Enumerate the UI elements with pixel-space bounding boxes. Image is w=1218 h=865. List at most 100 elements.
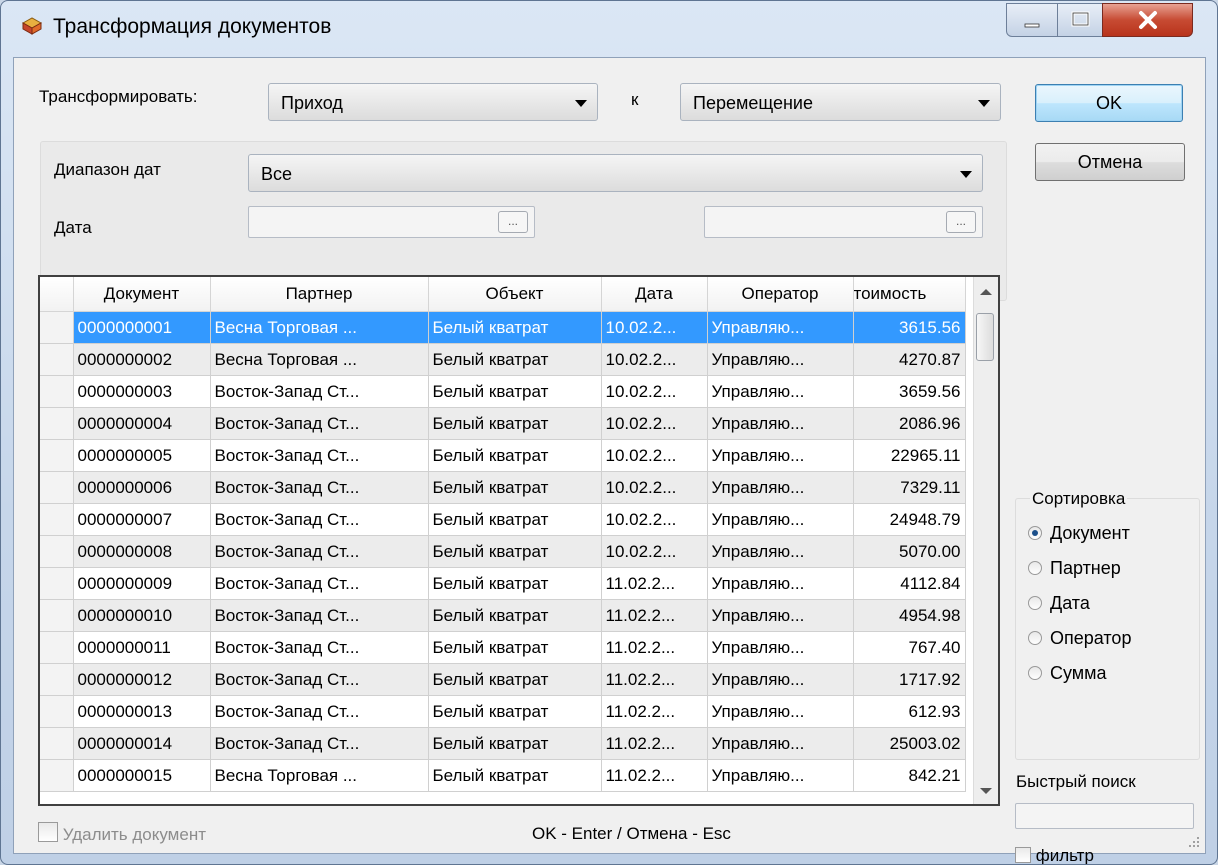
minimize-button[interactable]	[1006, 3, 1058, 37]
cell-operator[interactable]: Управляю...	[707, 503, 854, 536]
column-header-operator[interactable]: Оператор	[707, 277, 854, 312]
cell-partner[interactable]: Восток-Запад Ст...	[210, 727, 429, 760]
table-row[interactable]: 0000000006 Восток-Запад Ст... Белый кватра…	[40, 471, 966, 504]
sort-option[interactable]: Дата	[1028, 593, 1090, 614]
cell-partner[interactable]: Восток-Запад Ст...	[210, 567, 429, 600]
row-header[interactable]	[40, 599, 74, 632]
cell-operator[interactable]: Управляю...	[707, 599, 854, 632]
cell-object[interactable]: Белый кватрат	[428, 343, 602, 376]
cell-object[interactable]: Белый кватрат	[428, 503, 602, 536]
cell-object[interactable]: Белый кватрат	[428, 727, 602, 760]
cell-document[interactable]: 0000000003	[73, 375, 211, 408]
cell-document[interactable]: 0000000011	[73, 631, 211, 664]
row-header[interactable]	[40, 567, 74, 600]
cell-document[interactable]: 0000000002	[73, 343, 211, 376]
cell-object[interactable]: Белый кватрат	[428, 567, 602, 600]
cell-cost[interactable]: 767.40	[853, 631, 966, 664]
delete-document-checkbox[interactable]	[38, 822, 58, 842]
scroll-thumb[interactable]	[976, 313, 994, 361]
row-header[interactable]	[40, 631, 74, 664]
cell-date[interactable]: 11.02.2...	[601, 663, 708, 696]
sort-option[interactable]: Документ	[1028, 523, 1130, 544]
date-to-field[interactable]: ...	[704, 206, 983, 238]
table-row[interactable]: 0000000003 Восток-Запад Ст... Белый кватра…	[40, 375, 966, 408]
cell-partner[interactable]: Восток-Запад Ст...	[210, 407, 429, 440]
table-row[interactable]: 0000000007 Восток-Запад Ст... Белый кватра…	[40, 503, 966, 536]
resize-grip-icon[interactable]	[1187, 835, 1201, 849]
cell-object[interactable]: Белый кватрат	[428, 695, 602, 728]
row-header[interactable]	[40, 535, 74, 568]
delete-document-checkbox-container[interactable]: Удалить документ	[38, 822, 206, 845]
cell-partner[interactable]: Восток-Запад Ст...	[210, 663, 429, 696]
table-row[interactable]: 0000000002 Весна Торговая ... Белый кватра…	[40, 343, 966, 376]
documents-grid[interactable]: Документ Партнер Объект Дата Оператор то…	[38, 275, 1000, 806]
cell-partner[interactable]: Восток-Запад Ст...	[210, 535, 429, 568]
cell-date[interactable]: 11.02.2...	[601, 759, 708, 792]
cell-cost[interactable]: 612.93	[853, 695, 966, 728]
cell-date[interactable]: 11.02.2...	[601, 567, 708, 600]
cell-cost[interactable]: 7329.11	[853, 471, 966, 504]
cell-cost[interactable]: 5070.00	[853, 535, 966, 568]
cell-operator[interactable]: Управляю...	[707, 535, 854, 568]
cell-operator[interactable]: Управляю...	[707, 375, 854, 408]
cell-cost[interactable]: 4112.84	[853, 567, 966, 600]
table-row[interactable]: 0000000015 Весна Торговая ... Белый кватра…	[40, 759, 966, 792]
scroll-up-icon[interactable]	[980, 289, 992, 295]
row-header[interactable]	[40, 311, 74, 344]
cell-document[interactable]: 0000000008	[73, 535, 211, 568]
row-header[interactable]	[40, 439, 74, 472]
cell-document[interactable]: 0000000009	[73, 567, 211, 600]
cell-document[interactable]: 0000000013	[73, 695, 211, 728]
cell-date[interactable]: 11.02.2...	[601, 695, 708, 728]
cell-date[interactable]: 10.02.2...	[601, 439, 708, 472]
table-row[interactable]: 0000000004 Восток-Запад Ст... Белый кватра…	[40, 407, 966, 440]
row-header[interactable]	[40, 471, 74, 504]
cell-document[interactable]: 0000000004	[73, 407, 211, 440]
cell-object[interactable]: Белый кватрат	[428, 759, 602, 792]
row-header[interactable]	[40, 375, 74, 408]
cell-document[interactable]: 0000000015	[73, 759, 211, 792]
cell-document[interactable]: 0000000005	[73, 439, 211, 472]
cell-cost[interactable]: 24948.79	[853, 503, 966, 536]
cell-date[interactable]: 11.02.2...	[601, 599, 708, 632]
cell-cost[interactable]: 25003.02	[853, 727, 966, 760]
cell-object[interactable]: Белый кватрат	[428, 375, 602, 408]
cell-date[interactable]: 10.02.2...	[601, 343, 708, 376]
row-header[interactable]	[40, 695, 74, 728]
cell-object[interactable]: Белый кватрат	[428, 631, 602, 664]
radio-button-icon[interactable]	[1028, 561, 1042, 575]
date-from-field[interactable]: ...	[248, 206, 535, 238]
cell-cost[interactable]: 842.21	[853, 759, 966, 792]
cell-document[interactable]: 0000000001	[73, 311, 211, 344]
cell-operator[interactable]: Управляю...	[707, 471, 854, 504]
cell-document[interactable]: 0000000007	[73, 503, 211, 536]
cell-operator[interactable]: Управляю...	[707, 343, 854, 376]
cell-partner[interactable]: Весна Торговая ...	[210, 311, 429, 344]
sort-option[interactable]: Оператор	[1028, 628, 1131, 649]
cell-operator[interactable]: Управляю...	[707, 439, 854, 472]
cell-partner[interactable]: Весна Торговая ...	[210, 343, 429, 376]
row-header[interactable]	[40, 727, 74, 760]
cell-object[interactable]: Белый кватрат	[428, 471, 602, 504]
cell-document[interactable]: 0000000012	[73, 663, 211, 696]
column-header-cost[interactable]: тоимость	[853, 277, 966, 312]
cell-date[interactable]: 10.02.2...	[601, 311, 708, 344]
cell-cost[interactable]: 1717.92	[853, 663, 966, 696]
cell-object[interactable]: Белый кватрат	[428, 311, 602, 344]
grid-vertical-scrollbar[interactable]	[973, 277, 998, 804]
cell-date[interactable]: 10.02.2...	[601, 407, 708, 440]
date-range-select[interactable]: Все	[248, 154, 983, 192]
cell-object[interactable]: Белый кватрат	[428, 439, 602, 472]
cell-partner[interactable]: Восток-Запад Ст...	[210, 599, 429, 632]
cell-partner[interactable]: Восток-Запад Ст...	[210, 695, 429, 728]
column-header-document[interactable]: Документ	[73, 277, 211, 312]
row-header[interactable]	[40, 663, 74, 696]
column-header-date[interactable]: Дата	[601, 277, 708, 312]
cell-date[interactable]: 10.02.2...	[601, 471, 708, 504]
cell-date[interactable]: 10.02.2...	[601, 535, 708, 568]
cell-date[interactable]: 10.02.2...	[601, 375, 708, 408]
column-header-partner[interactable]: Партнер	[210, 277, 429, 312]
cell-partner[interactable]: Весна Торговая ...	[210, 759, 429, 792]
table-row[interactable]: 0000000012 Восток-Запад Ст... Белый кватра…	[40, 663, 966, 696]
cell-cost[interactable]: 3615.56	[853, 311, 966, 344]
